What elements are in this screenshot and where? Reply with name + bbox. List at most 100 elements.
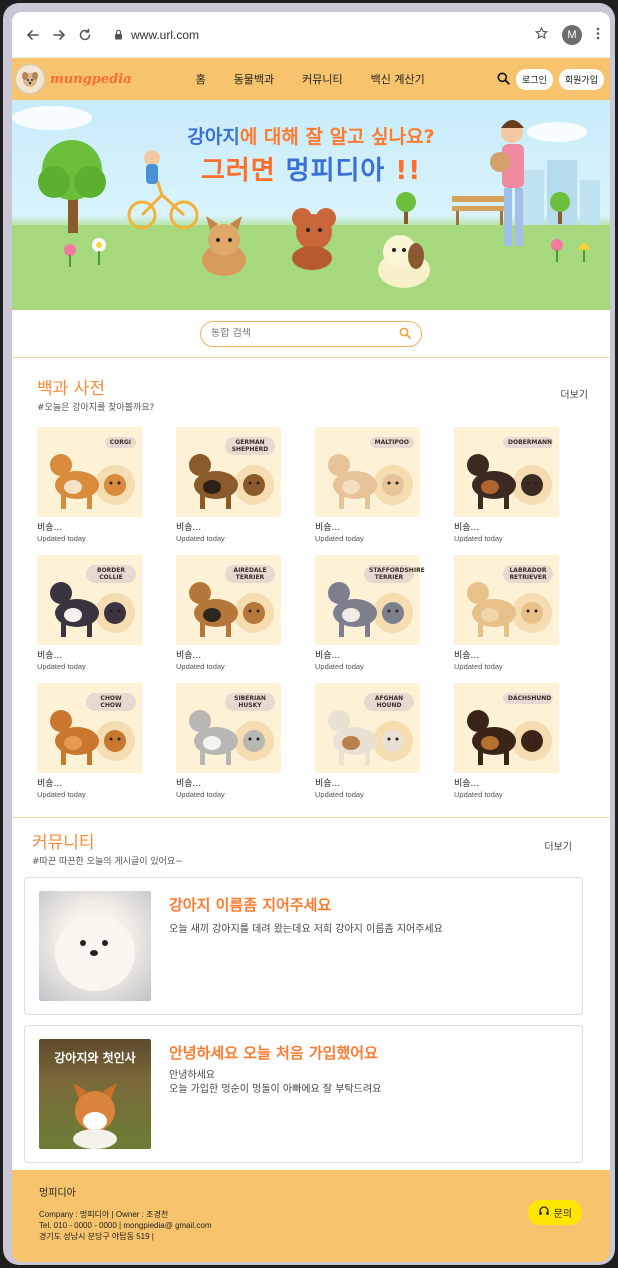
breed-image[interactable]: SIBERIAN HUSKY (176, 683, 281, 773)
post-image-pomeranian[interactable] (39, 891, 151, 1001)
breed-name-tag: BORDER COLLIE (86, 565, 136, 583)
community-subtitle: #따끈 따끈한 오늘의 게시글이 있어요~ (32, 857, 183, 867)
breed-image[interactable]: CHOW CHOW (37, 683, 142, 773)
search-icon[interactable] (399, 324, 411, 343)
breed-card-date: Updated today (37, 662, 86, 671)
community-header: 커뮤니티 #따끈 따끈한 오늘의 게시글이 있어요~ 더보기 (12, 818, 610, 867)
breed-name-tag: DACHSHUND (503, 693, 553, 704)
breed-card-date: Updated today (37, 534, 86, 543)
breed-image[interactable]: MALTIPOO (315, 427, 420, 517)
breed-card[interactable]: GERMAN SHEPHERD 비숑... Updated today (176, 427, 281, 543)
breed-name-tag: AIREDALE TERRIER (225, 565, 275, 583)
breed-image[interactable]: STAFFORDSHIRE TERRIER (315, 555, 425, 645)
breed-card-title[interactable]: 비숑... (315, 776, 420, 789)
signup-button[interactable]: 회원가입 (558, 68, 604, 90)
breed-name-tag: CHOW CHOW (86, 693, 136, 711)
profile-avatar[interactable]: M (562, 24, 582, 45)
nav-home[interactable]: 홈 (196, 71, 206, 87)
breed-name-tag: GERMAN SHEPHERD (225, 437, 275, 455)
breed-card-title[interactable]: 비숑... (37, 776, 142, 789)
breed-image[interactable]: LABRADOR RETRIEVER (454, 555, 559, 645)
breed-card-date: Updated today (176, 662, 225, 671)
breed-card-title[interactable]: 비숑... (176, 776, 281, 789)
breed-image[interactable]: AFGHAN HOUND (315, 683, 420, 773)
breed-card-date: Updated today (454, 534, 503, 543)
breed-card-date: Updated today (315, 790, 364, 799)
breed-image[interactable]: CORGI (37, 427, 142, 517)
post-card[interactable]: 강아지와 첫인사 안녕하세요 오늘 처음 가입했어요 안녕하세요 오늘 가입한 … (24, 1025, 583, 1163)
footer-brand: 멍피디아 (39, 1188, 76, 1199)
star-icon[interactable] (534, 25, 549, 44)
device-frame: www.url.com M mungpedia 홈 동물백과 커뮤니티 백신 계… (3, 3, 615, 1265)
breed-card-date: Updated today (315, 662, 364, 671)
url-text[interactable]: www.url.com (131, 28, 199, 42)
breed-card-title[interactable]: 비숑... (176, 520, 281, 533)
community-more-link[interactable]: 더보기 (544, 838, 572, 853)
logo-dog-icon[interactable] (14, 63, 46, 95)
post-image-corgi[interactable]: 강아지와 첫인사 (39, 1039, 151, 1149)
post-image-caption: 강아지와 첫인사 (54, 1051, 136, 1065)
breed-card-title[interactable]: 비숑... (176, 648, 281, 661)
breed-card[interactable]: LABRADOR RETRIEVER 비숑... Updated today (454, 555, 559, 671)
logo-text[interactable]: mungpedia (50, 72, 132, 87)
breed-card-title[interactable]: 비숑... (454, 520, 559, 533)
site-header: mungpedia 홈 동물백과 커뮤니티 백신 계산기 로그인 회원가입 (12, 58, 610, 100)
browser-toolbar: www.url.com M (12, 12, 610, 58)
breed-image[interactable]: BORDER COLLIE (37, 555, 142, 645)
breed-card-title[interactable]: 비숑... (315, 648, 420, 661)
breed-card-date: Updated today (454, 662, 503, 671)
breed-card[interactable]: SIBERIAN HUSKY 비숑... Updated today (176, 683, 281, 799)
footer-address-line: 경기도 성남시 분당구 야탑동 519 | (39, 1232, 154, 1241)
hero-subheadline-start: 그러면 (200, 156, 286, 186)
reload-icon[interactable] (74, 24, 96, 46)
breed-card[interactable]: DACHSHUND 비숑... Updated today (454, 683, 559, 799)
breed-card[interactable]: BORDER COLLIE 비숑... Updated today (37, 555, 142, 671)
post-title[interactable]: 강아지 이름좀 지어주세요 (169, 894, 443, 915)
back-arrow-icon[interactable] (22, 24, 44, 46)
search-section (12, 310, 610, 358)
breed-image[interactable]: DOBERMANN (454, 427, 559, 517)
search-icon[interactable] (497, 70, 510, 89)
encyclopedia-more-link[interactable]: 더보기 (560, 386, 588, 401)
browser-window: www.url.com M mungpedia 홈 동물백과 커뮤니티 백신 계… (12, 12, 610, 1262)
breed-image[interactable]: GERMAN SHEPHERD (176, 427, 281, 517)
encyclopedia-header: 백과 사전 #오늘은 강아지를 찾아볼까요? 더보기 (12, 358, 610, 413)
breed-card[interactable]: MALTIPOO 비숑... Updated today (315, 427, 420, 543)
breed-card[interactable]: CHOW CHOW 비숑... Updated today (37, 683, 142, 799)
breed-card[interactable]: STAFFORDSHIRE TERRIER 비숑... Updated today (315, 555, 425, 671)
hero-banner: 강아지에 대해 잘 알고 싶나요? 그러면 멍피디아 !! (12, 100, 610, 310)
contact-button[interactable]: 문의 (527, 1200, 582, 1225)
breed-card-title[interactable]: 비숑... (315, 520, 420, 533)
breed-card[interactable]: DOBERMANN 비숑... Updated today (454, 427, 559, 543)
nav-vaccine-calculator[interactable]: 백신 계산기 (371, 71, 425, 87)
nav-community[interactable]: 커뮤니티 (302, 71, 342, 87)
breed-card[interactable]: AIREDALE TERRIER 비숑... Updated today (176, 555, 281, 671)
breed-name-tag: LABRADOR RETRIEVER (503, 565, 553, 583)
footer-info: Company : 멍피디아 | Owner : 조경천 Tel. 010 - … (39, 1209, 610, 1242)
search-input[interactable] (211, 328, 399, 339)
nav-encyclopedia[interactable]: 동물백과 (234, 71, 274, 87)
breed-card[interactable]: AFGHAN HOUND 비숑... Updated today (315, 683, 420, 799)
breed-card[interactable]: CORGI 비숑... Updated today (37, 427, 142, 543)
main-nav: 홈 동물백과 커뮤니티 백신 계산기 (196, 71, 425, 87)
post-text: 오늘 새끼 강아지를 데려 왔는데요 저희 강아지 이름좀 지어주세요 (169, 924, 443, 935)
address-bar[interactable]: www.url.com (114, 25, 535, 44)
post-card[interactable]: 강아지 이름좀 지어주세요 오늘 새끼 강아지를 데려 왔는데요 저희 강아지 … (24, 877, 583, 1015)
breed-card-title[interactable]: 비숑... (37, 648, 142, 661)
post-title[interactable]: 안녕하세요 오늘 처음 가입했어요 (169, 1042, 381, 1063)
breed-card-date: Updated today (315, 534, 364, 543)
breed-card-title[interactable]: 비숑... (454, 648, 559, 661)
contact-label[interactable]: 문의 (554, 1205, 572, 1220)
community-title: 커뮤니티 (32, 833, 95, 853)
breed-image[interactable]: AIREDALE TERRIER (176, 555, 281, 645)
breed-card-title[interactable]: 비숑... (454, 776, 559, 789)
breed-card-title[interactable]: 비숑... (37, 520, 142, 533)
breed-image[interactable]: DACHSHUND (454, 683, 559, 773)
footer-contact-line: Tel. 010 - 0000 - 0000 | mongpiedia@ gma… (39, 1221, 212, 1230)
search-box[interactable] (200, 320, 422, 347)
hero-headline-rest: 에 대해 잘 알고 싶나요? (239, 126, 435, 148)
breed-name-tag: SIBERIAN HUSKY (225, 693, 275, 711)
forward-arrow-icon[interactable] (48, 24, 70, 46)
more-vertical-icon[interactable] (596, 25, 600, 44)
login-button[interactable]: 로그인 (516, 68, 553, 90)
